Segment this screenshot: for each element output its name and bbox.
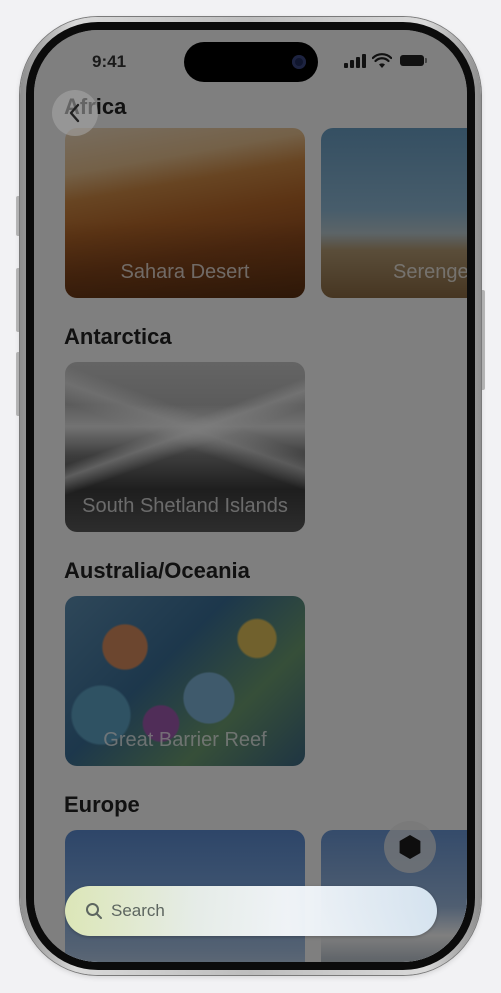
search-bar[interactable]: Search	[65, 886, 437, 936]
hexagon-icon	[399, 835, 421, 859]
status-bar: 9:41	[34, 30, 467, 90]
battery-icon	[400, 55, 427, 66]
hexagon-action-button[interactable]	[384, 821, 436, 873]
cellular-signal-icon	[344, 54, 366, 68]
status-time: 9:41	[92, 52, 127, 71]
wifi-icon	[372, 53, 392, 68]
back-button[interactable]	[52, 90, 98, 136]
chevron-left-icon	[69, 103, 80, 123]
status-icons	[344, 53, 427, 70]
front-camera-icon	[292, 55, 306, 69]
phone-screen: Africa Sahara Desert Serengeti Antarctic…	[34, 30, 467, 962]
magnifying-glass-icon	[86, 903, 102, 919]
dynamic-island	[184, 42, 318, 82]
search-input[interactable]: Search	[111, 901, 165, 921]
